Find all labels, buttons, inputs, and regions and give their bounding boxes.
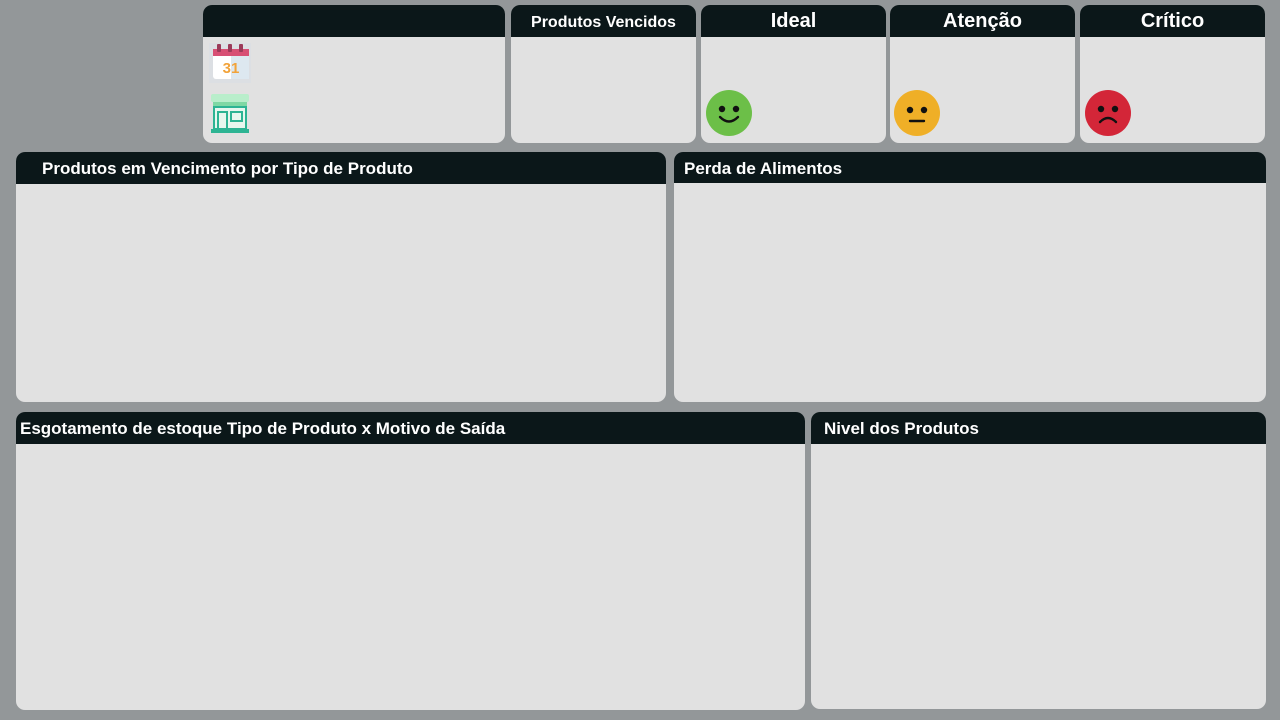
panel-esgotamento-estoque: Esgotamento de estoque Tipo de Produto x… (16, 412, 805, 710)
kpi-ideal-header: Ideal (701, 5, 886, 37)
panel-produtos-vencimento: Produtos em Vencimento por Tipo de Produ… (16, 152, 666, 402)
panel-vencimento-header: Produtos em Vencimento por Tipo de Produ… (16, 152, 666, 184)
panel-nivel-header: Nivel dos Produtos (811, 412, 1266, 444)
neutral-face-icon (894, 90, 940, 136)
filter-card-header (203, 5, 505, 37)
kpi-critico-title: Crítico (1140, 9, 1205, 32)
panel-esgotamento-title: Esgotamento de estoque Tipo de Produto x… (20, 419, 506, 438)
panel-perda-header: Perda de Alimentos (674, 152, 1266, 183)
filter-card: 31 (203, 5, 505, 143)
calendar-icon[interactable]: 31 (207, 41, 253, 85)
panel-nivel-title: Nivel dos Produtos (824, 419, 979, 438)
kpi-produtos-vencidos: Produtos Vencidos (511, 5, 696, 143)
calendar-day-text: 31 (223, 60, 240, 77)
panel-perda-title: Perda de Alimentos (684, 158, 843, 178)
kpi-atencao-header: Atenção (890, 5, 1075, 37)
panel-vencimento-title: Produtos em Vencimento por Tipo de Produ… (42, 159, 413, 178)
kpi-vencidos-header: Produtos Vencidos (511, 5, 696, 37)
kpi-ideal: Ideal (701, 5, 886, 143)
happy-face-icon (706, 90, 752, 136)
sad-face-icon (1085, 90, 1131, 136)
panel-nivel-produtos: Nivel dos Produtos (811, 412, 1266, 709)
kpi-atencao-title: Atenção (943, 9, 1022, 32)
store-icon[interactable] (207, 91, 253, 135)
kpi-vencidos-title: Produtos Vencidos (531, 14, 676, 31)
kpi-critico-header: Crítico (1080, 5, 1265, 37)
kpi-atencao: Atenção (890, 5, 1075, 143)
panel-perda-alimentos: Perda de Alimentos (674, 152, 1266, 402)
panel-esgotamento-header: Esgotamento de estoque Tipo de Produto x… (16, 412, 805, 444)
kpi-ideal-title: Ideal (770, 9, 817, 32)
kpi-critico: Crítico (1080, 5, 1265, 143)
